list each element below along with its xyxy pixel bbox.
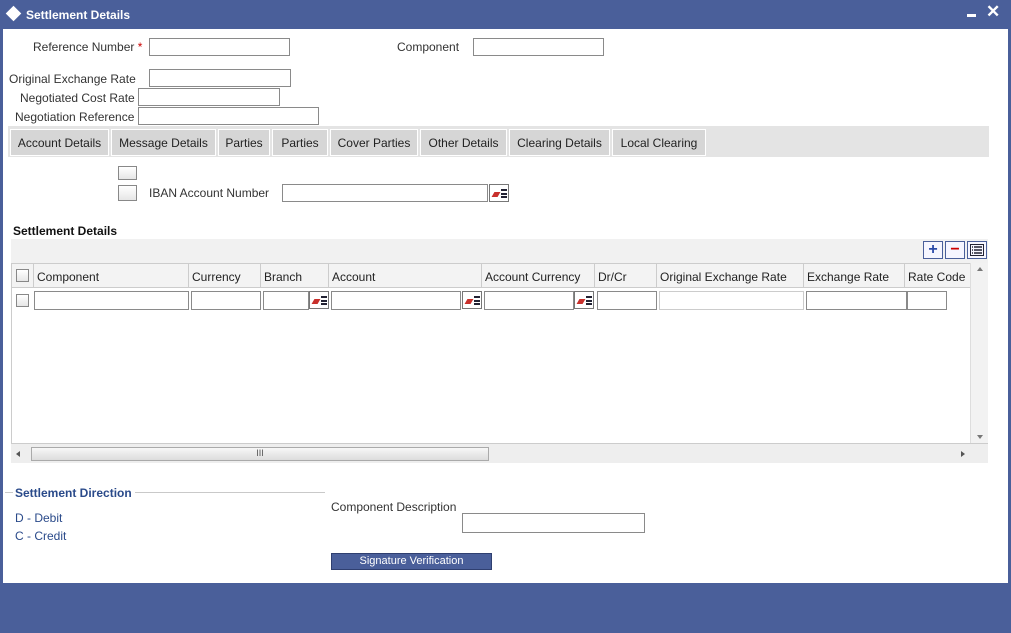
- component-description-label: Component Description: [331, 500, 457, 514]
- scroll-left-arrow-icon: [16, 451, 20, 457]
- required-mark: *: [137, 40, 143, 54]
- reference-number-input[interactable]: [149, 38, 290, 56]
- tab-message-details[interactable]: Message Details: [111, 129, 216, 156]
- column-rate-code[interactable]: Rate Code: [905, 264, 972, 288]
- window-diamond-icon: [5, 5, 22, 22]
- component-label: Component: [397, 40, 460, 54]
- minimize-icon[interactable]: [967, 14, 976, 17]
- account-option-checkbox-1[interactable]: [118, 166, 137, 180]
- column-component[interactable]: Component: [34, 264, 189, 288]
- negotiation-reference-input[interactable]: [138, 107, 319, 125]
- remove-row-icon[interactable]: −: [945, 241, 965, 259]
- account-lookup-icon[interactable]: [462, 291, 482, 309]
- cell-exchange-rate-input[interactable]: [806, 291, 907, 310]
- close-icon[interactable]: ✕: [986, 3, 1000, 20]
- grid-horizontal-scrollbar[interactable]: III: [11, 443, 988, 463]
- column-currency[interactable]: Currency: [189, 264, 261, 288]
- column-original-exchange-rate[interactable]: Original Exchange Rate: [657, 264, 804, 288]
- tab-clearing-details[interactable]: Clearing Details: [509, 129, 610, 156]
- column-account-currency[interactable]: Account Currency: [482, 264, 595, 288]
- scroll-up-arrow-icon: [977, 267, 983, 271]
- cell-branch-input[interactable]: [263, 291, 309, 310]
- tab-other-details[interactable]: Other Details: [420, 129, 507, 156]
- negotiation-reference-label: Negotiation Reference: [15, 110, 135, 124]
- negotiated-cost-rate-input[interactable]: [138, 88, 280, 106]
- column-branch[interactable]: Branch: [261, 264, 329, 288]
- single-view-icon[interactable]: [967, 241, 987, 259]
- iban-account-number-label: IBAN Account Number: [149, 186, 270, 200]
- cell-account-currency-input[interactable]: [484, 291, 574, 310]
- account-option-checkbox-2[interactable]: [118, 185, 137, 201]
- direction-credit-text: C - Credit: [15, 529, 67, 543]
- account-currency-lookup-icon[interactable]: [574, 291, 594, 309]
- tab-local-clearing[interactable]: Local Clearing: [612, 129, 706, 156]
- component-description-input[interactable]: [462, 513, 645, 533]
- component-input[interactable]: [473, 38, 604, 56]
- select-all-column: [12, 264, 34, 288]
- original-exchange-rate-label: Original Exchange Rate: [9, 72, 136, 86]
- window-title: Settlement Details: [26, 8, 131, 22]
- cell-dr-cr-input[interactable]: [597, 291, 657, 310]
- original-exchange-rate-input[interactable]: [149, 69, 291, 87]
- tab-parties-1[interactable]: Parties: [218, 129, 270, 156]
- iban-lookup-icon[interactable]: [489, 184, 509, 202]
- cell-account-input[interactable]: [331, 291, 461, 310]
- select-all-checkbox[interactable]: [16, 269, 29, 282]
- footer-bar: [3, 583, 1008, 630]
- grid-vertical-scrollbar[interactable]: [970, 263, 988, 443]
- tab-strip: Account Details Message Details Parties …: [8, 126, 989, 157]
- signature-verification-button[interactable]: Signature Verification: [331, 553, 492, 570]
- settlement-details-heading: Settlement Details: [13, 224, 118, 238]
- form-content: Reference Number * Component Original Ex…: [3, 29, 1008, 583]
- scroll-right-arrow-icon: [961, 451, 965, 457]
- tab-account-details[interactable]: Account Details: [10, 129, 109, 156]
- branch-lookup-icon[interactable]: [309, 291, 329, 309]
- direction-debit-text: D - Debit: [15, 511, 63, 525]
- grid-toolbar: [11, 239, 988, 263]
- column-exchange-rate[interactable]: Exchange Rate: [804, 264, 905, 288]
- column-dr-cr[interactable]: Dr/Cr: [595, 264, 657, 288]
- horizontal-scroll-thumb[interactable]: III: [31, 447, 489, 461]
- cell-currency-input[interactable]: [191, 291, 261, 310]
- negotiated-cost-rate-label: Negotiated Cost Rate: [20, 91, 135, 105]
- add-row-icon[interactable]: +: [923, 241, 943, 259]
- tab-parties-2[interactable]: Parties: [272, 129, 328, 156]
- row-select-checkbox[interactable]: [16, 294, 29, 307]
- settlement-details-window: Settlement Details ✕ Reference Number * …: [0, 0, 1011, 633]
- grid-header: Component Currency Branch Account Accoun…: [12, 264, 972, 288]
- column-account[interactable]: Account: [329, 264, 482, 288]
- iban-account-number-input[interactable]: [282, 184, 488, 202]
- cell-original-exchange-rate: [659, 291, 804, 310]
- direction-divider-right: [135, 492, 325, 493]
- cell-component-input[interactable]: [34, 291, 189, 310]
- direction-divider-left: [5, 492, 13, 493]
- settlement-direction-heading: Settlement Direction: [15, 486, 132, 500]
- scroll-down-arrow-icon: [977, 435, 983, 439]
- reference-number-label: Reference Number *: [33, 40, 143, 54]
- cell-rate-code-input[interactable]: [907, 291, 947, 310]
- title-bar: Settlement Details ✕: [0, 0, 1011, 29]
- tab-cover-parties[interactable]: Cover Parties: [330, 129, 418, 156]
- settlement-grid: Component Currency Branch Account Accoun…: [11, 263, 988, 463]
